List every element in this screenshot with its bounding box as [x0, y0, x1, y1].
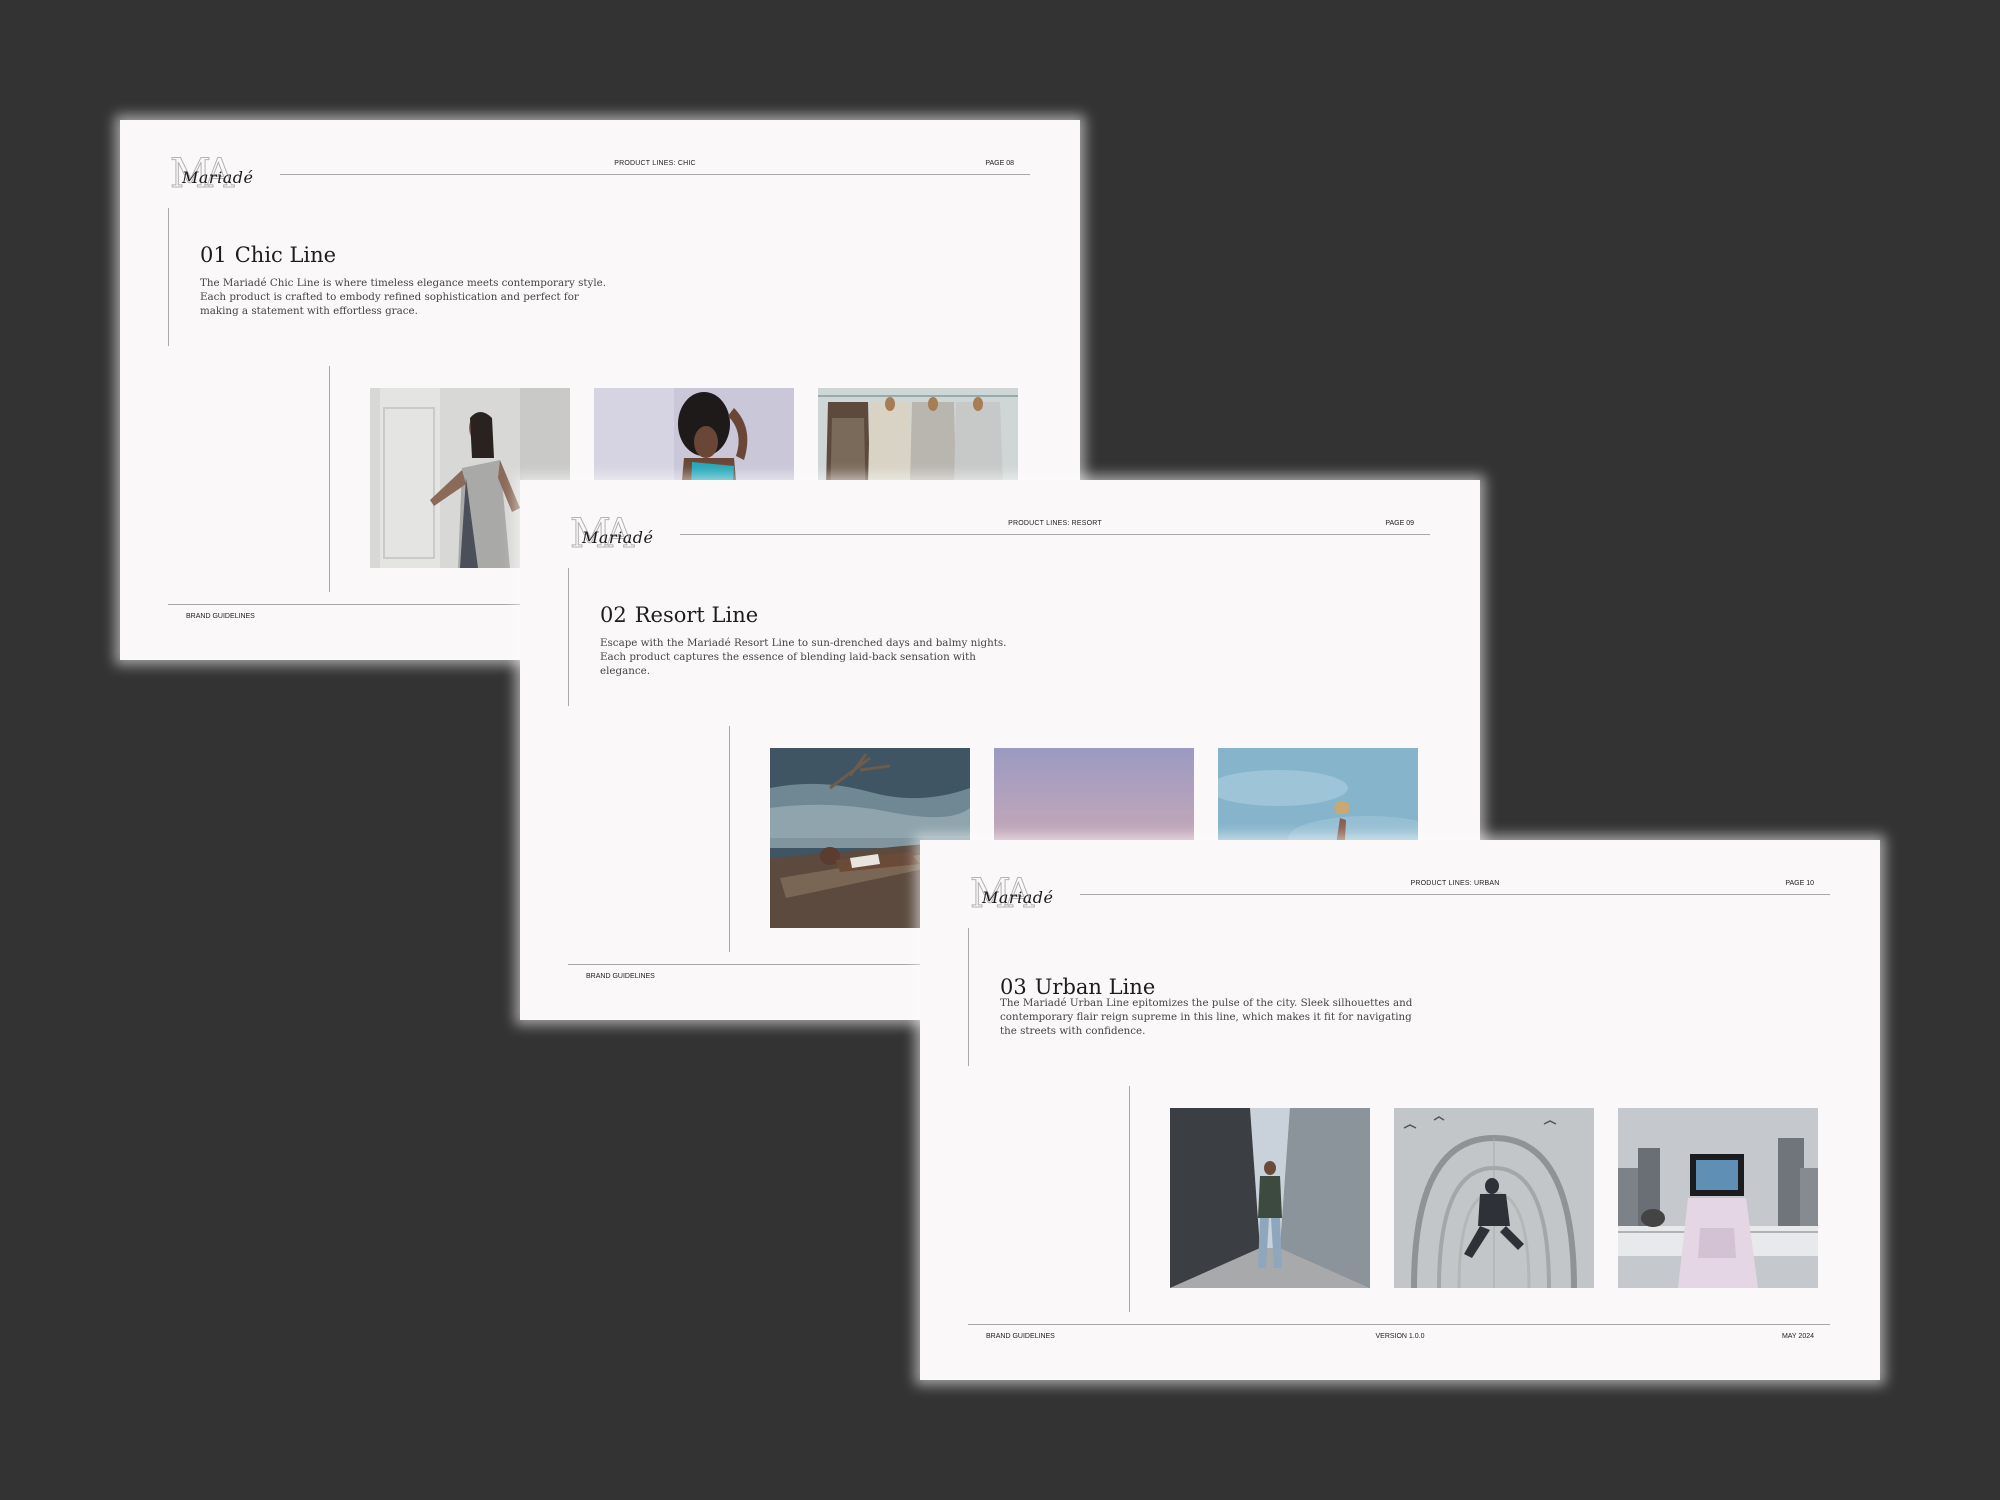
footer-divider — [968, 1324, 1830, 1325]
brand-logo: MA Mariadé — [570, 512, 662, 557]
section-description: The Mariadé Chic Line is where timeless … — [200, 277, 607, 318]
page-number: PAGE 10 — [1785, 880, 1814, 887]
header-divider — [680, 534, 1430, 535]
photo-model-jumping-tunnel — [1394, 1108, 1594, 1288]
footer-brand-guidelines: BRAND GUIDELINES — [186, 613, 255, 620]
header-divider — [280, 174, 1030, 175]
section-description: The Mariadé Urban Line epitomizes the pu… — [1000, 997, 1413, 1038]
header-title: PRODUCT LINES: RESORT — [1008, 520, 1102, 527]
section-title: 02 Resort Line — [600, 603, 758, 627]
page-number: PAGE 09 — [1385, 520, 1414, 527]
brand-logo: MA Mariadé — [970, 872, 1062, 917]
section-name: Chic Line — [234, 243, 337, 268]
footer-version: VERSION 1.0.0 — [1375, 1333, 1425, 1340]
section-title: 01 Chic Line — [200, 243, 336, 267]
section-description: Escape with the Mariadé Resort Line to s… — [600, 637, 1007, 678]
left-vertical-divider — [168, 208, 169, 346]
footer-date: MAY 2024 — [1781, 1333, 1814, 1340]
left-vertical-divider — [968, 928, 969, 1066]
section-number: 01 — [200, 243, 227, 268]
header-divider — [1080, 894, 1830, 895]
photo-model-tv-head-rooftop — [1618, 1108, 1818, 1288]
brand-logo: MA Mariadé — [170, 152, 262, 197]
section-name: Resort Line — [634, 603, 759, 628]
gallery-vertical-divider — [329, 366, 330, 592]
photo-model-metal-corridor — [1170, 1108, 1370, 1288]
logo-script: Mariadé — [182, 168, 254, 187]
page-number: PAGE 08 — [985, 160, 1014, 167]
slide-urban-line: MA Mariadé PRODUCT LINES: URBAN PAGE 10 … — [920, 840, 1880, 1380]
left-vertical-divider — [568, 568, 569, 706]
gallery-vertical-divider — [729, 726, 730, 952]
section-number: 02 — [600, 603, 627, 628]
gallery-vertical-divider — [1129, 1086, 1130, 1312]
header-title: PRODUCT LINES: URBAN — [1410, 880, 1500, 887]
header-title: PRODUCT LINES: CHIC — [614, 160, 696, 167]
footer-brand-guidelines: BRAND GUIDELINES — [586, 973, 655, 980]
logo-script: Mariadé — [582, 528, 654, 547]
logo-script: Mariadé — [982, 888, 1054, 907]
